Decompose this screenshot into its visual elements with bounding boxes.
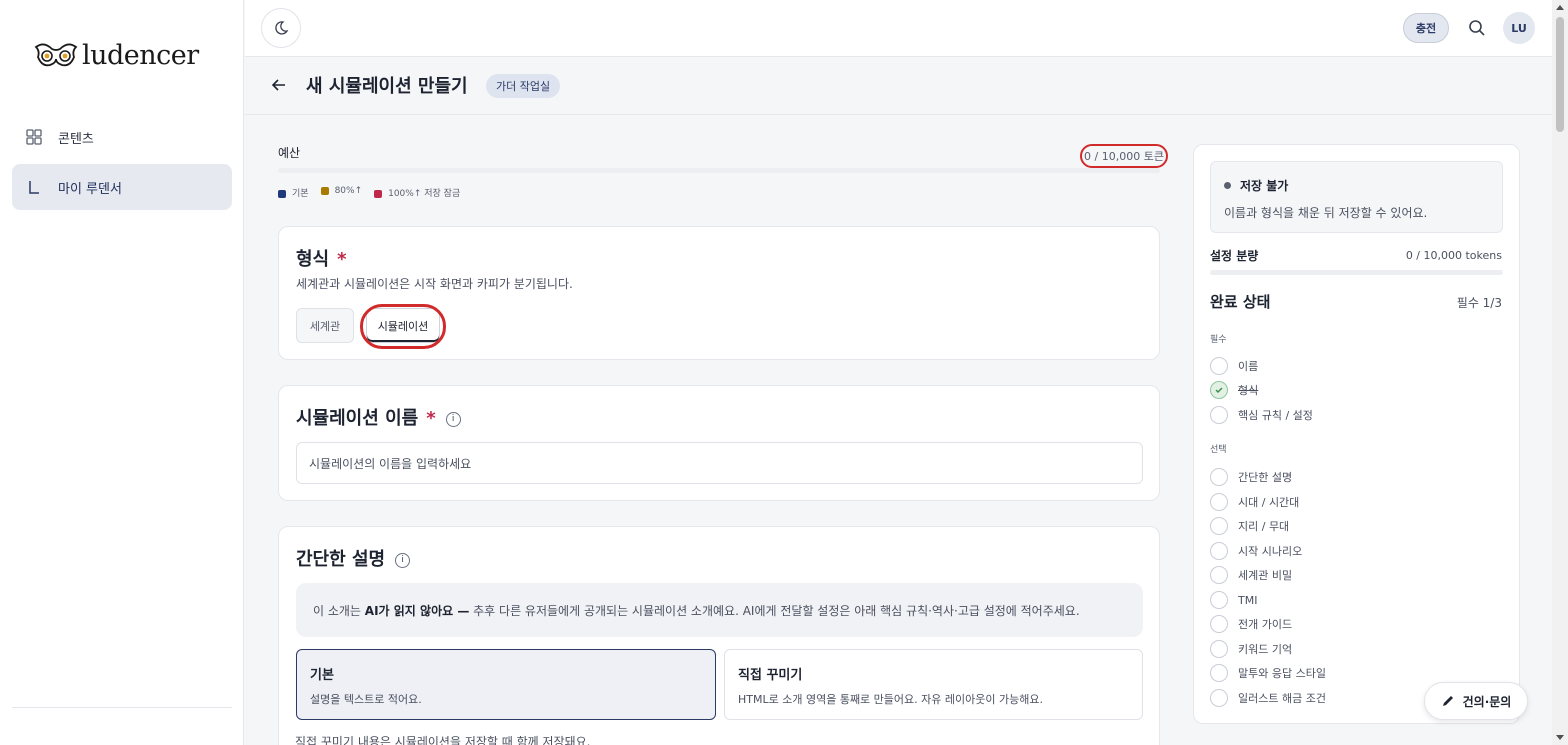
check-circle-icon: [1210, 689, 1228, 707]
check-circle-icon: [1210, 566, 1228, 584]
search-button[interactable]: [1466, 17, 1488, 39]
description-notice: 이 소개는 AI가 읽지 않아요 — 추후 다른 유저들에게 공개되는 시뮬레이…: [296, 583, 1143, 637]
format-title: 형식 *: [296, 249, 347, 270]
optional-section-label: 선택: [1210, 445, 1227, 455]
check-circle-icon: [1210, 493, 1228, 511]
check-circle-icon: [1210, 357, 1228, 375]
check-item-optional[interactable]: TMI: [1210, 590, 1257, 610]
scroll-up-icon[interactable]: [1556, 5, 1564, 10]
name-card: 시뮬레이션 이름 * i 시뮬레이션의 이름을 입력하세요: [278, 385, 1160, 501]
avatar[interactable]: LU: [1503, 12, 1535, 44]
description-footnote: 직접 꾸미기 내용은 시뮬레이션을 저장할 때 함께 저장돼요.: [295, 735, 591, 745]
check-circle-icon: [1210, 591, 1228, 609]
required-mark: *: [426, 408, 436, 429]
required-section-label: 필수: [1210, 335, 1227, 345]
feedback-button[interactable]: 건의·문의: [1424, 682, 1528, 720]
sidebar: ludencer 콘텐츠 마이 루덴서: [0, 0, 244, 745]
sidebar-item-label: 콘텐츠: [58, 131, 94, 147]
pencil-icon: [1442, 696, 1453, 706]
check-item-rules[interactable]: 핵심 규칙 / 설정: [1210, 405, 1313, 425]
check-item-optional[interactable]: 일러스트 해금 조건: [1210, 688, 1326, 708]
sidebar-item-label: 마이 루덴서: [58, 181, 122, 197]
check-item-optional[interactable]: 키워드 기억: [1210, 639, 1292, 659]
status-title: 저장 불가: [1240, 179, 1289, 193]
mode-custom-option[interactable]: 직접 꾸미기 HTML로 소개 영역을 통째로 만들어요. 자유 레이아웃이 가…: [724, 649, 1143, 720]
alloc-label: 설정 분량: [1210, 249, 1259, 263]
check-circle-icon: [1210, 517, 1228, 535]
info-icon[interactable]: i: [445, 411, 461, 427]
check-item-optional[interactable]: 시대 / 시간대: [1210, 492, 1299, 512]
save-status-box: 저장 불가 이름과 형식을 채운 뒤 저장할 수 있어요.: [1210, 161, 1503, 233]
back-button[interactable]: [269, 75, 289, 95]
budget-token-count: 0 / 10,000 토큰: [1080, 144, 1168, 168]
description-title: 간단한 설명 i: [296, 545, 411, 571]
selection-highlight: [360, 304, 446, 349]
completion-title: 완료 상태: [1210, 293, 1271, 311]
check-circle-icon: [1210, 406, 1228, 424]
grid-icon: [26, 129, 42, 145]
check-circle-icon: [1210, 542, 1228, 560]
check-item-optional[interactable]: 간단한 설명: [1210, 467, 1292, 487]
budget-progress-bar: [278, 168, 1160, 173]
page-header: 새 시뮬레이션 만들기 가더 작업실: [245, 57, 1552, 115]
charge-button[interactable]: 충전: [1403, 13, 1449, 43]
sidebar-item-contents[interactable]: 콘텐츠: [12, 114, 232, 160]
scroll-down-icon[interactable]: [1556, 735, 1564, 740]
legend-item-80: 80%↑: [320, 186, 362, 199]
sidebar-divider: [12, 707, 232, 708]
simulation-name-input[interactable]: 시뮬레이션의 이름을 입력하세요: [296, 442, 1143, 484]
status-desc: 이름과 형식을 채운 뒤 저장할 수 있어요.: [1224, 206, 1428, 220]
progress-panel: 저장 불가 이름과 형식을 채운 뒤 저장할 수 있어요. 설정 분량 0 / …: [1193, 144, 1520, 724]
owl-logo-icon: [34, 43, 78, 66]
format-card: 형식 * 세계관과 시뮬레이션은 시작 화면과 카피가 분기됩니다. 세계관 시뮬…: [278, 226, 1160, 360]
check-item-optional[interactable]: 전개 가이드: [1210, 614, 1292, 634]
alloc-progress-bar: [1210, 270, 1503, 275]
scroll-thumb[interactable]: [1556, 17, 1564, 132]
corner-icon: [26, 179, 42, 195]
moon-icon: [275, 21, 289, 35]
budget-legend: 기본 80%↑ 100%↑ 저장 잠금: [278, 186, 460, 199]
check-item-name[interactable]: 이름: [1210, 356, 1258, 376]
required-mark: *: [337, 249, 347, 270]
page-title: 새 시뮬레이션 만들기: [306, 76, 468, 97]
budget-label: 예산: [278, 146, 301, 160]
sidebar-item-my-ludencer[interactable]: 마이 루덴서: [12, 164, 232, 210]
legend-item-default: 기본: [278, 186, 309, 199]
check-item-optional[interactable]: 시작 시나리오: [1210, 541, 1302, 561]
check-circle-icon: [1210, 664, 1228, 682]
check-circle-icon: [1210, 640, 1228, 658]
theme-toggle-button[interactable]: [261, 8, 301, 48]
check-item-optional[interactable]: 지리 / 무대: [1210, 516, 1289, 536]
check-circle-icon: [1210, 468, 1228, 486]
topbar: 충전 LU: [245, 0, 1552, 57]
check-item-optional[interactable]: 말투와 응답 스타일: [1210, 663, 1326, 683]
name-title: 시뮬레이션 이름 * i: [296, 404, 461, 430]
workspace-badge: 가더 작업실: [486, 74, 561, 98]
scrollbar[interactable]: [1552, 0, 1568, 745]
description-card: 간단한 설명 i 이 소개는 AI가 읽지 않아요 — 추후 다른 유저들에게 공…: [278, 526, 1160, 745]
check-done-icon: [1210, 381, 1228, 399]
check-circle-icon: [1210, 615, 1228, 633]
info-icon[interactable]: i: [395, 552, 411, 568]
check-item-format[interactable]: 형식: [1210, 380, 1258, 400]
format-desc: 세계관과 시뮬레이션은 시작 화면과 카피가 분기됩니다.: [296, 277, 573, 291]
completion-count: 필수 1/3: [1456, 296, 1502, 310]
check-item-optional[interactable]: 세계관 비밀: [1210, 565, 1292, 585]
alloc-value: 0 / 10,000 tokens: [1405, 249, 1502, 262]
legend-item-100: 100%↑ 저장 잠금: [374, 186, 460, 199]
status-dot: [1224, 182, 1231, 189]
search-icon: [1469, 20, 1485, 36]
logo-text: ludencer: [82, 40, 199, 71]
mode-basic-option[interactable]: 기본 설명을 텍스트로 적어요.: [296, 649, 716, 720]
logo[interactable]: ludencer: [34, 40, 199, 71]
format-worldview-button[interactable]: 세계관: [296, 308, 354, 343]
arrow-left-icon: [271, 79, 285, 91]
